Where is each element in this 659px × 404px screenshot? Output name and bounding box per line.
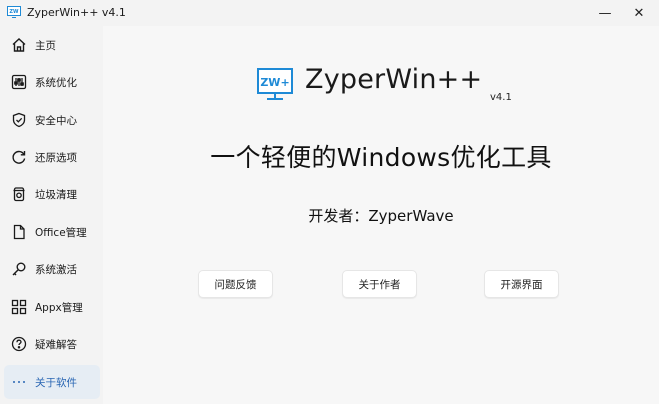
window-title: ZyperWin++ v4.1 [27,6,126,19]
sidebar-item-label: 主页 [35,39,56,52]
sidebar-item-restore[interactable]: 还原选项 [4,140,100,174]
developer-label: 开发者：ZyperWave [308,207,454,225]
sidebar: 主页 系统优化 安全中心 还原选项 垃圾清理 Office管理 系统激活 App… [0,26,103,404]
app-logo: ZW+ [257,68,293,100]
sidebar-item-label: 系统优化 [35,76,77,89]
sidebar-item-activation[interactable]: 系统激活 [4,252,100,286]
tagline: 一个轻便的Windows优化工具 [210,143,552,172]
restore-icon [10,148,28,166]
sidebar-item-appx[interactable]: Appx管理 [4,290,100,324]
sidebar-item-system-optimize[interactable]: 系统优化 [4,65,100,99]
app-icon: ZW [7,6,21,18]
more-icon [10,373,28,391]
sidebar-item-label: 垃圾清理 [35,188,77,201]
svg-text:ZW: ZW [9,9,19,15]
home-icon [10,36,28,54]
close-button[interactable]: ✕ [622,0,656,26]
sidebar-item-label: Office管理 [35,226,87,239]
open-source-button[interactable]: 开源界面 [484,270,559,298]
sidebar-item-label: 系统激活 [35,263,77,276]
sidebar-item-label: 还原选项 [35,151,77,164]
sidebar-item-label: Appx管理 [35,301,83,314]
svg-text:ZW+: ZW+ [260,76,289,89]
document-icon [10,223,28,241]
apps-icon [10,298,28,316]
sidebar-item-security[interactable]: 安全中心 [4,103,100,137]
sidebar-item-label: 疑难解答 [35,338,77,351]
app-name: ZyperWin++ [305,64,483,95]
key-icon [10,260,28,278]
sidebar-item-label: 关于软件 [35,376,77,389]
sidebar-item-office[interactable]: Office管理 [4,215,100,249]
title-bar: ZW ZyperWin++ v4.1 — ✕ [0,0,659,26]
about-page: ZW+ ZyperWin++ v4.1 一个轻便的Windows优化工具 开发者… [103,26,659,404]
version-label: v4.1 [490,92,512,103]
feedback-button[interactable]: 问题反馈 [198,270,273,298]
minimize-button[interactable]: — [588,0,622,26]
sidebar-item-label: 安全中心 [35,114,77,127]
sidebar-item-about[interactable]: 关于软件 [4,365,100,399]
trash-icon [10,185,28,203]
about-author-button[interactable]: 关于作者 [342,270,417,298]
sidebar-item-troubleshoot[interactable]: 疑难解答 [4,327,100,361]
sliders-icon [10,73,28,91]
sidebar-item-cleanup[interactable]: 垃圾清理 [4,177,100,211]
shield-check-icon [10,111,28,129]
sidebar-item-home[interactable]: 主页 [4,28,100,62]
help-icon [10,335,28,353]
